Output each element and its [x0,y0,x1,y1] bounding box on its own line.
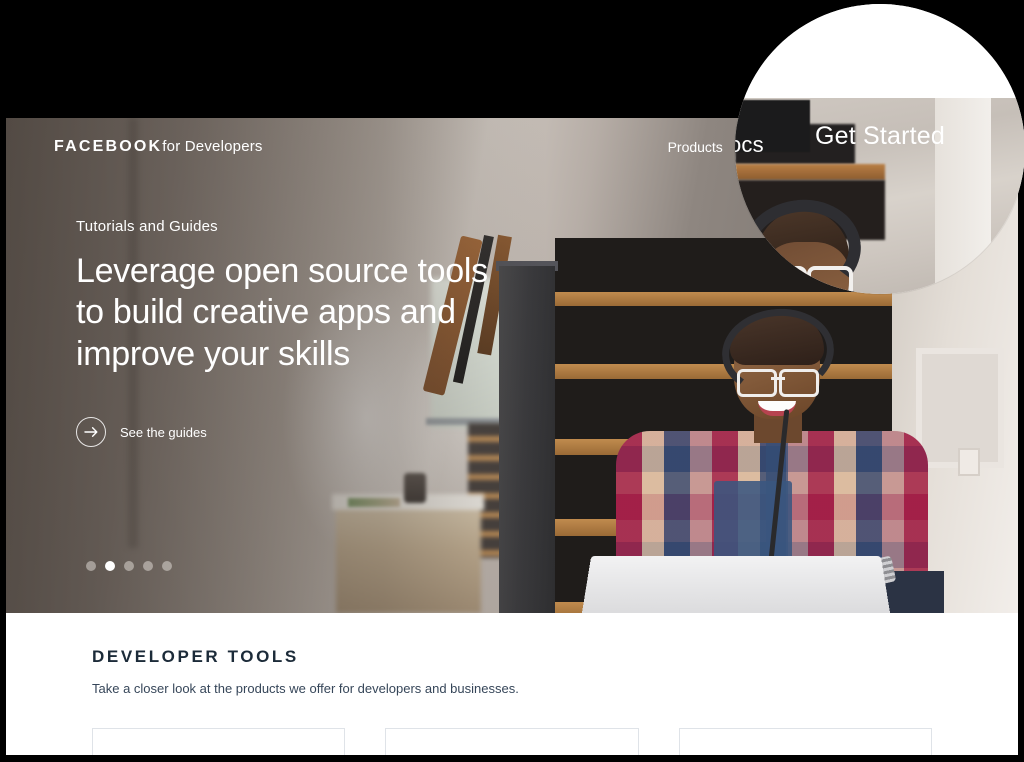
section-subtitle: Take a closer look at the products we of… [92,681,519,696]
lens-glasses [761,266,853,294]
photo-newel-post [499,266,555,613]
photo-wall-outlet [958,448,980,476]
lens-stair-riser [735,164,885,180]
lens-person-head [735,192,868,294]
logo-facebook-text: FACEBOOK [54,138,163,155]
see-the-guides-link[interactable]: See the guides [76,417,506,448]
carousel-dot-5[interactable] [162,561,172,571]
product-card-messenger[interactable]: Messenger [92,728,346,755]
carousel-dot-2[interactable] [105,561,115,571]
photo-person [580,303,944,613]
section-title: DEVELOPER TOOLS [92,647,299,666]
carousel-dot-1[interactable] [86,561,96,571]
magnifier-lens: ocs Get Started [735,4,1024,294]
site-logo[interactable]: FACEBOOKfor Developers [54,138,263,156]
carousel-dot-4[interactable] [143,561,153,571]
arrow-right-icon [76,417,106,448]
nav-item-products[interactable]: Products [668,139,723,155]
hero-copy: Tutorials and Guides Leverage open sourc… [76,218,506,448]
photo-books [348,498,400,507]
carousel-dots [86,561,172,571]
product-card-list: Messenger Instagram Business Tools [92,728,932,755]
photo-glasses [737,369,819,397]
carousel-dot-3[interactable] [124,561,134,571]
see-the-guides-label: See the guides [120,424,207,440]
lens-white-area [735,4,1024,98]
developer-tools-section: DEVELOPER TOOLS Take a closer look at th… [6,613,1018,755]
product-card-business-tools[interactable]: Business Tools [678,728,932,755]
logo-for-developers-text: for Developers [162,138,263,155]
hero-eyebrow: Tutorials and Guides [76,218,218,235]
photo-glasses-bridge [771,377,785,380]
photo-cabinet [336,503,481,613]
photo-vase [404,473,426,503]
product-card-instagram[interactable]: Instagram [385,728,639,755]
hero-headline: Leverage open source tools to build crea… [76,252,488,373]
screenshot-frame: FACEBOOKfor Developers Products Programs… [0,0,1024,762]
photo-laptop [580,555,892,613]
lens-get-started-text[interactable]: Get Started [735,122,1024,151]
